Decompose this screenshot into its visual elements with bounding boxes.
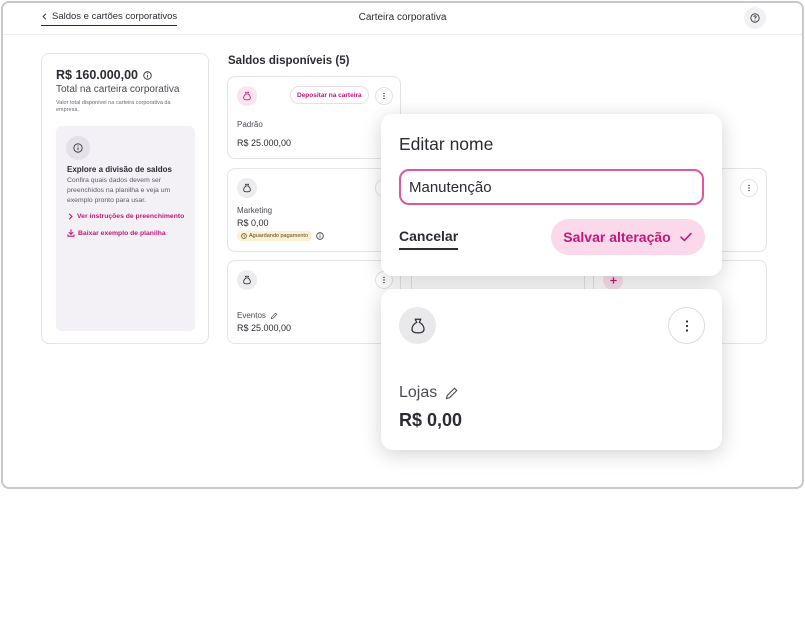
- question-icon: [750, 13, 760, 23]
- card-value: R$ 25.000,00: [237, 138, 292, 148]
- money-bag-icon: [237, 178, 257, 198]
- info-icon[interactable]: [143, 70, 152, 80]
- card-value: R$ 25.000,00: [237, 323, 292, 333]
- card-name: Padrão: [237, 120, 263, 129]
- clock-icon: [241, 233, 247, 239]
- card-name: Marketing: [237, 206, 273, 215]
- explore-title: Explore a divisão de saldos: [67, 165, 172, 174]
- check-icon: [679, 232, 692, 242]
- balance-card[interactable]: Eventos R$ 25.000,00: [227, 260, 401, 344]
- kebab-menu-icon[interactable]: [740, 179, 758, 197]
- card-value: R$ 0,00: [399, 410, 463, 430]
- help-button[interactable]: [744, 7, 766, 29]
- card-name: Lojas: [399, 384, 459, 402]
- wallet-total-note: Valor total disponível na carteira corpo…: [56, 100, 171, 114]
- top-bar: Saldos e cartões corporativos Carteira c…: [3, 3, 802, 35]
- pencil-icon[interactable]: [270, 312, 278, 320]
- status-row: Aguardando pagamento: [237, 231, 324, 241]
- wallet-total-amount: R$ 160.000,00: [56, 68, 152, 82]
- name-input[interactable]: [399, 169, 704, 205]
- status-badge: Aguardando pagamento: [237, 231, 313, 241]
- balance-card[interactable]: Marketing R$ 0,00 Aguardando pagamento: [227, 168, 401, 252]
- wallet-total-subtitle: Total na carteira corporativa: [56, 84, 180, 95]
- lojas-balance-card[interactable]: Lojas R$ 0,00: [381, 289, 722, 450]
- money-bag-icon: [237, 270, 257, 290]
- download-example-link[interactable]: Baixar exemplo de planilha: [67, 229, 166, 237]
- instructions-link-label: Ver instruções de preenchimento: [77, 213, 185, 220]
- save-button-label: Salvar alteração: [563, 229, 671, 245]
- edit-name-dialog: Editar nome Cancelar Salvar alteração: [381, 114, 722, 276]
- card-name: Eventos: [237, 311, 278, 320]
- money-bag-icon: [237, 86, 257, 106]
- status-badge-label: Aguardando pagamento: [249, 233, 309, 239]
- kebab-menu-icon[interactable]: [375, 87, 393, 105]
- card-value: R$ 0,00: [237, 218, 269, 228]
- wallet-summary-card: R$ 160.000,00 Total na carteira corporat…: [41, 53, 209, 344]
- card-name-label: Eventos: [237, 311, 266, 320]
- download-example-link-label: Baixar exemplo de planilha: [78, 229, 166, 237]
- cancel-button[interactable]: Cancelar: [399, 228, 459, 250]
- explore-panel: Explore a divisão de saldos Confira quai…: [56, 126, 195, 331]
- download-icon: [67, 229, 75, 237]
- balance-card[interactable]: Depositar na carteira Padrão R$ 25.000,0…: [227, 76, 401, 159]
- explore-text: Confira quais dados devem ser preenchido…: [67, 177, 171, 204]
- info-icon[interactable]: [316, 232, 324, 240]
- kebab-menu-icon[interactable]: [668, 307, 705, 344]
- page-title: Carteira corporativa: [358, 12, 447, 23]
- balances-title: Saldos disponíveis (5): [228, 55, 350, 67]
- explore-info-icon: [66, 136, 90, 160]
- card-name-label: Lojas: [399, 384, 438, 401]
- wallet-total-value: R$ 160.000,00: [56, 68, 139, 82]
- pencil-icon[interactable]: [444, 386, 459, 401]
- money-bag-icon: [399, 307, 436, 344]
- save-button[interactable]: Salvar alteração: [551, 219, 705, 255]
- chevron-right-icon: [68, 213, 73, 220]
- dialog-title: Editar nome: [399, 134, 494, 154]
- instructions-link[interactable]: Ver instruções de preenchimento: [67, 213, 184, 220]
- deposit-button[interactable]: Depositar na carteira: [290, 86, 369, 104]
